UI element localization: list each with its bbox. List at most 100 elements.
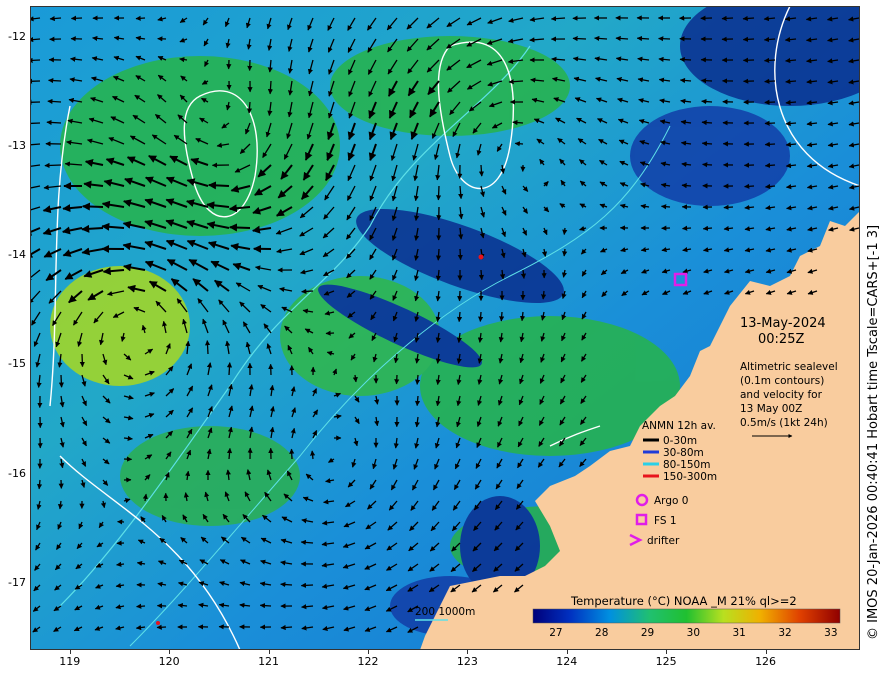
velocity-arrow	[36, 479, 43, 490]
sst-map[interactable]: 13-May-2024 00:25Z Altimetric sealevel (…	[30, 6, 860, 650]
velocity-arrow	[660, 204, 671, 210]
velocity-arrow	[289, 448, 295, 460]
lon-tick-label: 123	[456, 655, 478, 668]
lat-tick-label: -16	[8, 466, 26, 480]
velocity-arrow	[79, 353, 85, 368]
anmn-item: 80-150m	[663, 459, 710, 471]
velocity-arrow	[702, 225, 713, 231]
lon-tick	[765, 650, 767, 654]
velocity-arrow	[702, 162, 713, 168]
anmn-title: ANMN 12h av.	[642, 420, 716, 432]
lon-tick-label: 121	[258, 655, 280, 668]
colorbar-tick-label: 32	[778, 627, 791, 639]
velocity-arrow	[658, 36, 671, 42]
velocity-arrow	[681, 225, 692, 231]
velocity-arrow	[394, 374, 400, 385]
lon-tick-label: 125	[655, 655, 677, 668]
lon-tick-label: 119	[59, 655, 81, 668]
lon-tick	[566, 650, 568, 654]
velocity-arrow	[764, 141, 776, 147]
colorbar-tick-label: 33	[824, 627, 837, 639]
colorbar-tick-label: 27	[549, 627, 562, 639]
velocity-arrow	[499, 311, 505, 322]
velocity-arrow	[742, 15, 755, 22]
velocity-arrow	[246, 101, 253, 114]
velocity-arrow	[785, 99, 797, 106]
lon-tick	[69, 650, 71, 654]
velocity-arrow	[594, 35, 608, 42]
velocity-arrow	[457, 290, 463, 302]
velocity-arrow	[514, 141, 524, 147]
colorbar-ramp	[532, 608, 841, 624]
velocity-arrow	[226, 362, 233, 376]
isobath-legend: 200 1000m	[415, 606, 475, 621]
velocity-arrow	[135, 15, 146, 21]
velocity-arrow	[136, 603, 146, 609]
velocity-arrow	[116, 561, 125, 567]
velocity-arrow	[259, 603, 272, 609]
velocity-arrow	[572, 36, 587, 42]
altimetry-line: 0.5m/s (1kt 24h)	[740, 417, 828, 429]
altimetry-line: Altimetric sealevel	[740, 361, 838, 373]
velocity-arrow	[562, 248, 568, 257]
velocity-arrow	[763, 36, 776, 43]
velocity-arrow	[46, 119, 62, 126]
velocity-arrow	[435, 248, 442, 261]
velocity-arrow	[721, 15, 734, 21]
altimetry-line: 13 May 00Z	[740, 403, 802, 415]
velocity-arrow	[785, 78, 797, 85]
velocity-arrow	[204, 340, 211, 355]
velocity-arrow	[764, 99, 776, 105]
velocity-arrow	[229, 223, 251, 232]
velocity-arrow	[742, 36, 755, 42]
velocity-arrow	[48, 77, 62, 84]
velocity-arrow	[764, 120, 776, 126]
velocity-arrow	[30, 57, 41, 63]
velocity-arrow	[701, 140, 713, 147]
colorbar-tick-label: 29	[641, 627, 654, 639]
lon-tick	[268, 650, 270, 654]
isobath-label: 200 1000m	[415, 606, 475, 618]
velocity-arrow	[44, 162, 62, 169]
velocity-arrow	[785, 120, 797, 127]
anmn-item: 0-30m	[663, 435, 697, 447]
velocity-arrow	[457, 248, 463, 261]
anmn-item: 30-80m	[663, 447, 704, 459]
altimetry-line: (0.1m contours)	[740, 375, 824, 387]
map-frame: 13-May-2024 00:25Z Altimetric sealevel (…	[30, 6, 860, 650]
velocity-arrow	[456, 311, 463, 323]
velocity-arrow	[764, 78, 776, 84]
velocity-arrow	[30, 120, 41, 126]
colorbar-tick-label: 30	[687, 627, 700, 639]
colorbar-title: Temperature (°C) NOAA _M 21% ql>=2	[570, 594, 797, 608]
lon-tick	[467, 650, 469, 654]
velocity-arrow	[512, 119, 524, 126]
velocity-arrow	[701, 98, 713, 105]
velocity-arrow	[701, 119, 713, 126]
velocity-arrow	[156, 624, 167, 630]
velocity-arrow	[478, 311, 484, 322]
velocity-arrow	[478, 269, 485, 281]
drifter-point-2	[156, 621, 160, 625]
colorbar-tick-label: 28	[595, 627, 608, 639]
lon-tick	[367, 650, 369, 654]
anmn-item: 150-300m	[663, 471, 717, 483]
velocity-arrow	[414, 395, 421, 407]
velocity-arrow	[280, 624, 293, 631]
velocity-arrow	[208, 181, 230, 190]
velocity-arrow	[414, 374, 421, 385]
velocity-arrow	[81, 202, 104, 211]
velocity-arrow	[301, 288, 314, 295]
velocity-arrow	[70, 15, 83, 21]
velocity-arrow	[679, 57, 692, 63]
lat-tick-label: -13	[8, 139, 26, 153]
drifter-point	[478, 254, 484, 260]
velocity-arrow	[744, 183, 755, 189]
velocity-arrow	[310, 450, 316, 460]
velocity-arrow	[636, 35, 650, 42]
velocity-arrow	[81, 224, 104, 233]
lat-tick-label: -15	[8, 357, 26, 371]
drifter-label: drifter	[647, 535, 680, 547]
argo-label: Argo 0	[654, 495, 688, 507]
lon-tick	[169, 650, 171, 654]
